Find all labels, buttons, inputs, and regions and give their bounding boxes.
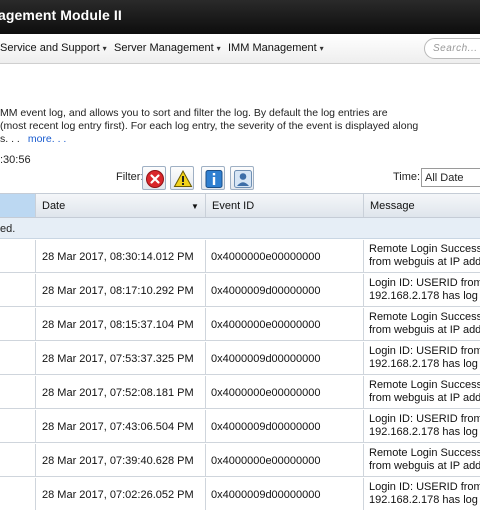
chevron-down-icon: ▾ xyxy=(319,44,324,53)
nav-service-and-support[interactable]: Service and Support ▾ xyxy=(0,42,107,54)
column-header-label: Message xyxy=(370,200,415,212)
date-cell: 28 Mar 2017, 08:15:37.104 PM xyxy=(35,308,205,341)
date-cell: 28 Mar 2017, 08:17:10.292 PM xyxy=(35,274,205,307)
nav-server-management[interactable]: Server Management ▾ xyxy=(114,42,221,54)
table-row[interactable]: 28 Mar 2017, 08:17:10.292 PM 0x4000009d0… xyxy=(0,274,480,307)
event-id-cell: 0x4000000e00000000 xyxy=(205,376,363,409)
table-notice: ed. xyxy=(0,218,480,239)
info-filter-button[interactable] xyxy=(201,166,225,190)
search-input[interactable]: Search... xyxy=(424,38,480,59)
column-header-date[interactable]: Date ▼ xyxy=(35,194,205,217)
warning-filter-button[interactable] xyxy=(170,166,194,190)
event-id-cell: 0x4000009d00000000 xyxy=(205,478,363,510)
event-id-cell: 0x4000009d00000000 xyxy=(205,274,363,307)
error-icon xyxy=(146,170,164,188)
nav-label: IMM Management xyxy=(228,42,317,54)
chevron-down-icon: ▾ xyxy=(216,44,221,53)
date-cell: 28 Mar 2017, 07:02:26.052 PM xyxy=(35,478,205,510)
time-filter-select[interactable]: All Date xyxy=(421,168,480,187)
date-cell: 28 Mar 2017, 08:30:14.012 PM xyxy=(35,240,205,273)
nav-label: Server Management xyxy=(114,42,214,54)
column-header-label: Event ID xyxy=(212,200,255,212)
audit-filter-button[interactable] xyxy=(230,166,254,190)
description-line: (most recent log entry first). For each … xyxy=(0,120,419,132)
main-nav: Service and Support ▾ Server Management ▾ … xyxy=(0,34,480,64)
message-cell: Login ID: USERID from v 192.168.2.178 has… xyxy=(363,410,480,443)
message-cell: Remote Login Successf from webguis at IP … xyxy=(363,308,480,341)
table-header: Date ▼ Event ID Message xyxy=(0,193,480,218)
message-cell: Remote Login Successf from webguis at IP … xyxy=(363,240,480,273)
description-line-3: s. . . more. . . xyxy=(0,133,67,145)
time-filter-label: Time: xyxy=(393,171,421,183)
audit-user-icon xyxy=(234,170,252,188)
message-cell: Login ID: USERID from 192.168.2.178 has l… xyxy=(363,274,480,307)
date-cell: 28 Mar 2017, 07:53:37.325 PM xyxy=(35,342,205,375)
column-header-label: Date xyxy=(42,200,66,212)
table-row[interactable]: 28 Mar 2017, 08:15:37.104 PM 0x4000000e0… xyxy=(0,308,480,341)
select-column-header[interactable] xyxy=(0,194,35,217)
event-id-cell: 0x4000000e00000000 xyxy=(205,444,363,477)
filter-label: Filter: xyxy=(116,171,144,183)
nav-imm-management[interactable]: IMM Management ▾ xyxy=(228,42,324,54)
event-id-cell: 0x4000000e00000000 xyxy=(205,240,363,273)
nav-label: Service and Support xyxy=(0,42,100,54)
error-filter-button[interactable] xyxy=(142,166,166,190)
table-row[interactable]: 28 Mar 2017, 07:43:06.504 PM 0x4000009d0… xyxy=(0,410,480,443)
message-cell: Remote Login Successf from webguis at IP … xyxy=(363,376,480,409)
date-cell: 28 Mar 2017, 07:52:08.181 PM xyxy=(35,376,205,409)
table-row[interactable]: 28 Mar 2017, 07:52:08.181 PM 0x4000000e0… xyxy=(0,376,480,409)
sort-descending-icon[interactable]: ▼ xyxy=(191,202,199,211)
column-header-event-id[interactable]: Event ID xyxy=(205,194,363,217)
more-link[interactable]: more. . . xyxy=(28,133,67,145)
table-row[interactable]: 28 Mar 2017, 07:53:37.325 PM 0x4000009d0… xyxy=(0,342,480,375)
app-title: agement Module II xyxy=(0,7,122,23)
date-cell: 28 Mar 2017, 07:39:40.628 PM xyxy=(35,444,205,477)
column-header-message[interactable]: Message xyxy=(363,194,480,217)
warning-icon xyxy=(173,169,193,187)
chevron-down-icon: ▾ xyxy=(102,44,107,53)
title-bar: agement Module II xyxy=(0,0,480,34)
event-id-cell: 0x4000000e00000000 xyxy=(205,308,363,341)
message-cell: Login ID: USERID from v 192.168.2.178 has… xyxy=(363,478,480,510)
message-cell: Remote Login Successf from webguis at IP … xyxy=(363,444,480,477)
info-icon xyxy=(205,170,223,188)
table-row[interactable]: 28 Mar 2017, 08:30:14.012 PM 0x4000000e0… xyxy=(0,240,480,273)
page-description: MM event log, and allows you to sort and… xyxy=(0,107,480,146)
event-id-cell: 0x4000009d00000000 xyxy=(205,342,363,375)
table-row[interactable]: 28 Mar 2017, 07:02:26.052 PM 0x4000009d0… xyxy=(0,478,480,510)
current-time: :30:56 xyxy=(0,154,31,166)
table-row[interactable]: 28 Mar 2017, 07:39:40.628 PM 0x4000000e0… xyxy=(0,444,480,477)
description-line: MM event log, and allows you to sort and… xyxy=(0,107,388,119)
date-cell: 28 Mar 2017, 07:43:06.504 PM xyxy=(35,410,205,443)
event-id-cell: 0x4000009d00000000 xyxy=(205,410,363,443)
message-cell: Login ID: USERID from v 192.168.2.178 has… xyxy=(363,342,480,375)
